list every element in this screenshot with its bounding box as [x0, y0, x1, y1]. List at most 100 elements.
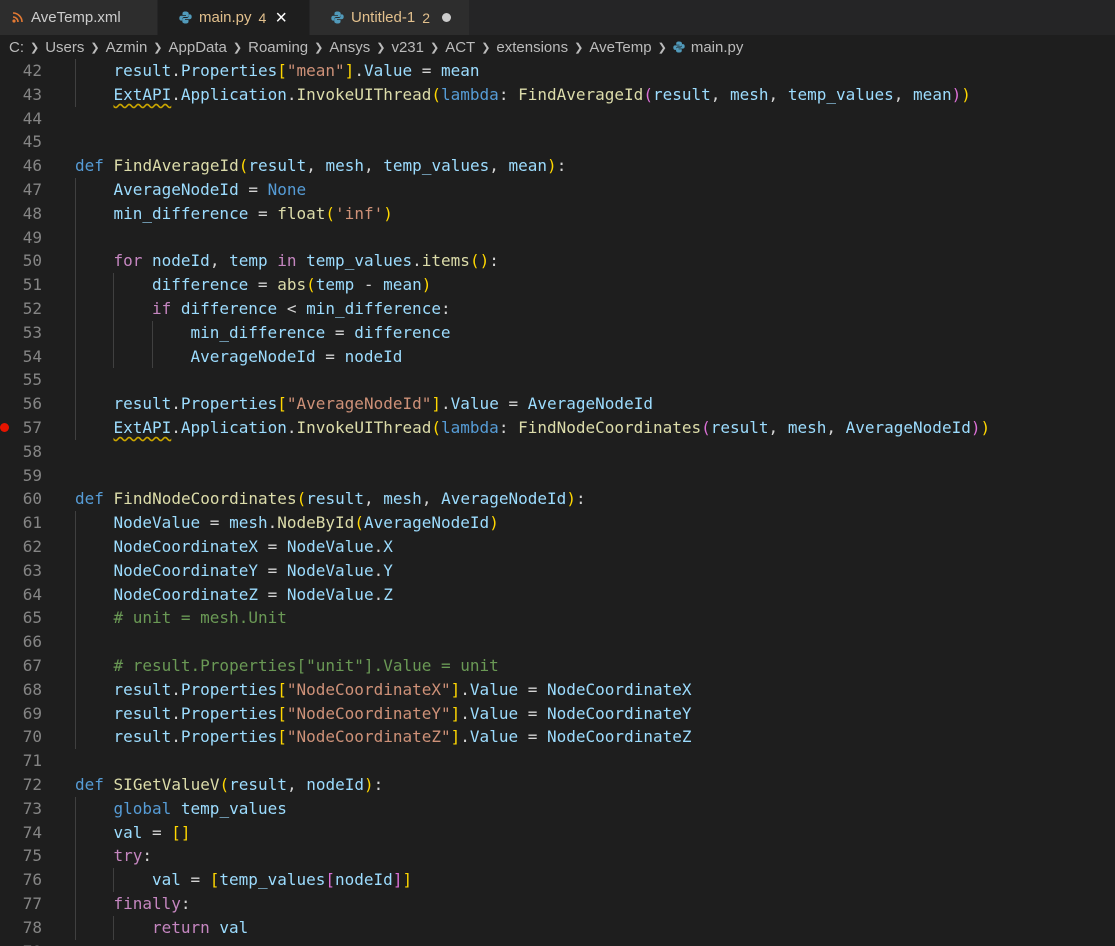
chevron-right-icon: ❯	[481, 41, 491, 54]
indent-guide	[75, 844, 76, 869]
chevron-right-icon: ❯	[429, 41, 440, 54]
code-line[interactable]: 53 min_difference = difference	[0, 320, 1115, 345]
breadcrumb-item[interactable]: extensions	[496, 39, 568, 56]
code-token: [	[277, 727, 287, 747]
code-line[interactable]: 76 val = [temp_values[nodeId]]	[0, 868, 1115, 892]
breadcrumb-item[interactable]: Ansys	[329, 39, 370, 56]
breadcrumb-item[interactable]: AveTemp	[589, 39, 651, 56]
code-line[interactable]: 50 for nodeId, temp in temp_values.items(…	[0, 249, 1115, 274]
unsaved-dot-icon[interactable]	[442, 13, 451, 22]
code-line[interactable]: 77 finally:	[0, 892, 1115, 916]
breadcrumb-item[interactable]: Users	[45, 39, 84, 56]
breadcrumb-item[interactable]: v231	[391, 39, 424, 56]
code-line[interactable]: 52 if difference < min_difference:	[0, 297, 1115, 321]
code-token: difference	[151, 275, 249, 295]
line-number: 54	[22, 346, 42, 366]
line-number: 45	[22, 132, 42, 152]
code-token: nodeId	[335, 870, 393, 890]
code-text: min_difference = float('inf')	[113, 202, 392, 226]
line-number: 48	[22, 203, 42, 223]
code-token: NodeCoordinateY	[113, 560, 258, 580]
close-icon[interactable]: ×	[275, 8, 287, 28]
code-text: result.Properties["AverageNodeId"].Value…	[113, 392, 653, 416]
tab-avetemp-xml[interactable]: AveTemp.xml	[0, 0, 158, 35]
tab-untitled-1[interactable]: Untitled-1 2	[310, 0, 470, 35]
code-line[interactable]: 48 min_difference = float('inf')	[0, 201, 1115, 226]
code-token: if	[151, 299, 172, 318]
code-line[interactable]: 66	[0, 630, 1115, 654]
breadcrumb-item[interactable]: C:	[9, 39, 24, 56]
code-token: (	[431, 418, 442, 437]
code-line[interactable]: 54 AverageNodeId = nodeId	[0, 344, 1115, 369]
code-token: NodeCoordinateX	[547, 679, 692, 699]
code-line[interactable]: 61 NodeValue = mesh.NodeById(AverageNodeI…	[0, 511, 1115, 535]
code-text: NodeCoordinateZ = NodeValue.Z	[113, 583, 392, 607]
code-text: for nodeId, temp in temp_values.items():	[113, 249, 498, 273]
code-line[interactable]: 57 ExtAPI.Application.InvokeUIThread(lamb…	[0, 416, 1115, 440]
code-line[interactable]: 73 global temp_values	[0, 796, 1115, 821]
tab-main-py[interactable]: main.py 4 ×	[158, 0, 310, 35]
code-line[interactable]: 47 AverageNodeId = None	[0, 178, 1115, 202]
code-token: NodeValue	[286, 560, 374, 580]
indent-guide	[113, 868, 115, 892]
code-line[interactable]: 44	[0, 107, 1115, 131]
code-line[interactable]: 70 result.Properties["NodeCoordinateZ"].V…	[0, 725, 1115, 750]
code-line[interactable]: 56 result.Properties["AverageNodeId"].Val…	[0, 392, 1115, 416]
code-line[interactable]: 55	[0, 368, 1115, 393]
indent-guide	[75, 535, 76, 559]
code-line[interactable]: 46 def FindAverageId(result, mesh, temp_v…	[0, 154, 1115, 178]
code-token: :	[489, 251, 499, 271]
code-line[interactable]: 79	[0, 940, 1115, 946]
code-line[interactable]: 42 result.Properties["mean"].Value = mean	[0, 59, 1115, 83]
code-line[interactable]: 51 difference = abs(temp - mean)	[0, 273, 1115, 297]
code-line[interactable]: 75 try:	[0, 844, 1115, 869]
breadcrumb-item[interactable]: Azmin	[106, 39, 148, 56]
breadcrumb-item[interactable]: Roaming	[248, 39, 308, 56]
breadcrumb-item[interactable]: ACT	[445, 39, 475, 56]
code-line[interactable]: 59	[0, 464, 1115, 488]
breadcrumb-item[interactable]: main.py	[673, 39, 743, 56]
code-line[interactable]: 58	[0, 440, 1115, 464]
code-token: .	[373, 537, 384, 556]
code-token: FindNodeCoordinates	[518, 418, 702, 437]
code-line[interactable]: 69 result.Properties["NodeCoordinateY"].V…	[0, 701, 1115, 726]
code-line[interactable]: 60 def FindNodeCoordinates(result, mesh, …	[0, 487, 1115, 511]
line-number: 51	[22, 275, 42, 295]
code-line[interactable]: 64 NodeCoordinateZ = NodeValue.Z	[0, 582, 1115, 607]
code-text: def SIGetValueV(result, nodeId):	[75, 773, 383, 797]
line-number: 44	[22, 108, 42, 128]
code-line[interactable]: 74 val = []	[0, 820, 1115, 845]
code-line[interactable]: 68 result.Properties["NodeCoordinateX"].V…	[0, 677, 1115, 702]
code-token: result	[113, 727, 172, 747]
code-line[interactable]: 78 return val	[0, 915, 1115, 940]
breadcrumb-item[interactable]: AppData	[169, 39, 227, 56]
code-token: InvokeUIThread	[296, 418, 432, 437]
indent-guide	[113, 915, 115, 940]
line-number: 67	[22, 656, 42, 675]
code-token: items	[421, 251, 470, 271]
code-line[interactable]: 72 def SIGetValueV(result, nodeId):	[0, 773, 1115, 797]
code-line[interactable]: 49	[0, 225, 1115, 250]
code-token: [	[209, 870, 220, 890]
code-token: FindNodeCoordinates	[113, 489, 297, 509]
code-line[interactable]: 43 ExtAPI.Application.InvokeUIThread(lamb…	[0, 82, 1115, 107]
code-text: NodeCoordinateX = NodeValue.X	[113, 535, 392, 559]
code-line[interactable]: 63 NodeCoordinateY = NodeValue.Y	[0, 558, 1115, 583]
code-editor[interactable]: 42 result.Properties["mean"].Value = mean…	[0, 59, 1115, 946]
code-token: float	[277, 203, 326, 223]
code-token: result	[710, 418, 769, 437]
code-line[interactable]: 65 # unit = mesh.Unit	[0, 606, 1115, 631]
code-token: "AverageNodeId"	[286, 394, 432, 414]
code-token: -	[354, 275, 384, 295]
code-token: mesh	[325, 156, 365, 176]
code-token: lambda	[441, 84, 499, 104]
line-number: 56	[22, 394, 42, 414]
code-token: AverageNodeId	[441, 489, 567, 509]
code-line[interactable]: 71	[0, 749, 1115, 773]
code-line[interactable]: 67 # result.Properties["unit"].Value = un…	[0, 654, 1115, 678]
line-number: 49	[22, 227, 42, 247]
code-line[interactable]: 62 NodeCoordinateX = NodeValue.X	[0, 535, 1115, 559]
code-token: ,	[306, 156, 326, 176]
code-line[interactable]: 45	[0, 130, 1115, 154]
code-token: =	[518, 679, 547, 699]
